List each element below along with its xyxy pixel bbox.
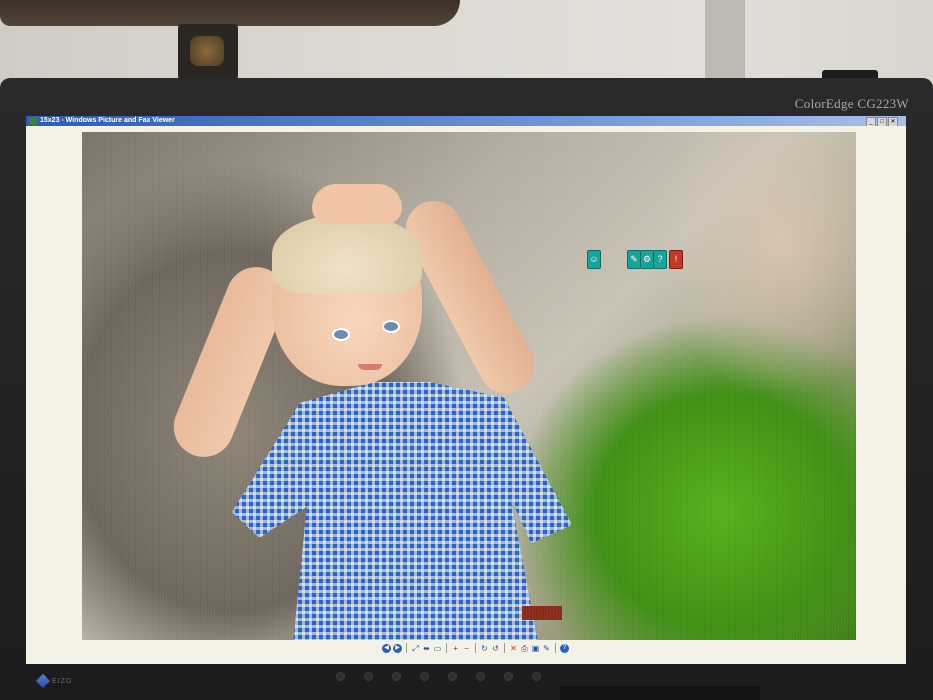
- toolbar-separator: [446, 643, 447, 653]
- zoom-in-button[interactable]: +: [451, 644, 460, 653]
- toolbar-separator: [406, 643, 407, 653]
- toolbar-separator: [555, 643, 556, 653]
- monitor-logo: EIZO: [35, 673, 73, 689]
- window-title: 15x23 - Windows Picture and Fax Viewer: [40, 117, 175, 124]
- previous-image-button[interactable]: ◀: [382, 643, 391, 653]
- chair-back: [0, 0, 460, 26]
- viewer-toolbar: ◀ ▶ ⤢ ⬌ ▭ + − ↻ ↺ ✕ ⎙ ▣ ✎ ?: [382, 642, 569, 654]
- bezel-button[interactable]: [364, 672, 373, 681]
- monitor-brand-label: ColorEdge CG223W: [794, 96, 909, 111]
- help-button[interactable]: ?: [560, 643, 569, 653]
- monitor-stand: [560, 686, 760, 700]
- bezel-button[interactable]: [336, 672, 345, 681]
- copy-to-button[interactable]: ▣: [531, 644, 540, 653]
- bezel-button[interactable]: [420, 672, 429, 681]
- bezel-button[interactable]: [392, 672, 401, 681]
- monitor-maker-label: EIZO: [52, 677, 73, 685]
- alert-icon[interactable]: !: [669, 250, 683, 269]
- slideshow-button[interactable]: ▭: [433, 644, 442, 653]
- viewer-canvas: ☺ ✎ ⚙ ? ! ◀ ▶ ⤢ ⬌ ▭ + − ↻ ↺ ✕ ⎙ ▣ ✎ ?: [26, 126, 906, 664]
- power-button[interactable]: [532, 672, 541, 681]
- bezel-button[interactable]: [476, 672, 485, 681]
- actual-size-button[interactable]: ⬌: [422, 644, 431, 653]
- bezel-button[interactable]: [504, 672, 513, 681]
- gear-icon[interactable]: ⚙: [640, 250, 654, 269]
- bezel-button[interactable]: [448, 672, 457, 681]
- person-icon[interactable]: ☺: [587, 250, 601, 269]
- best-fit-button[interactable]: ⤢: [411, 644, 420, 653]
- monitor-screen: 15x23 - Windows Picture and Fax Viewer _…: [26, 116, 906, 664]
- open-for-editing-button[interactable]: ✎: [542, 644, 551, 653]
- zoom-out-button[interactable]: −: [462, 644, 471, 653]
- app-icon: [29, 117, 37, 125]
- help-icon[interactable]: ?: [653, 250, 667, 269]
- print-button[interactable]: ⎙: [520, 644, 529, 653]
- next-image-button[interactable]: ▶: [393, 643, 402, 653]
- rotate-clockwise-button[interactable]: ↻: [480, 644, 489, 653]
- toolbar-separator: [475, 643, 476, 653]
- eizo-logo-icon: [35, 673, 51, 689]
- bezel-button-row: [336, 672, 541, 681]
- window-titlebar[interactable]: 15x23 - Windows Picture and Fax Viewer _…: [26, 116, 906, 127]
- toolbar-separator: [504, 643, 505, 653]
- rotate-counterclockwise-button[interactable]: ↺: [491, 644, 500, 653]
- screen-moire: [82, 132, 856, 640]
- wrench-icon[interactable]: ✎: [627, 250, 641, 269]
- wall-mount: [178, 24, 238, 80]
- displayed-photo: ☺ ✎ ⚙ ? !: [82, 132, 856, 640]
- delete-button[interactable]: ✕: [509, 644, 518, 653]
